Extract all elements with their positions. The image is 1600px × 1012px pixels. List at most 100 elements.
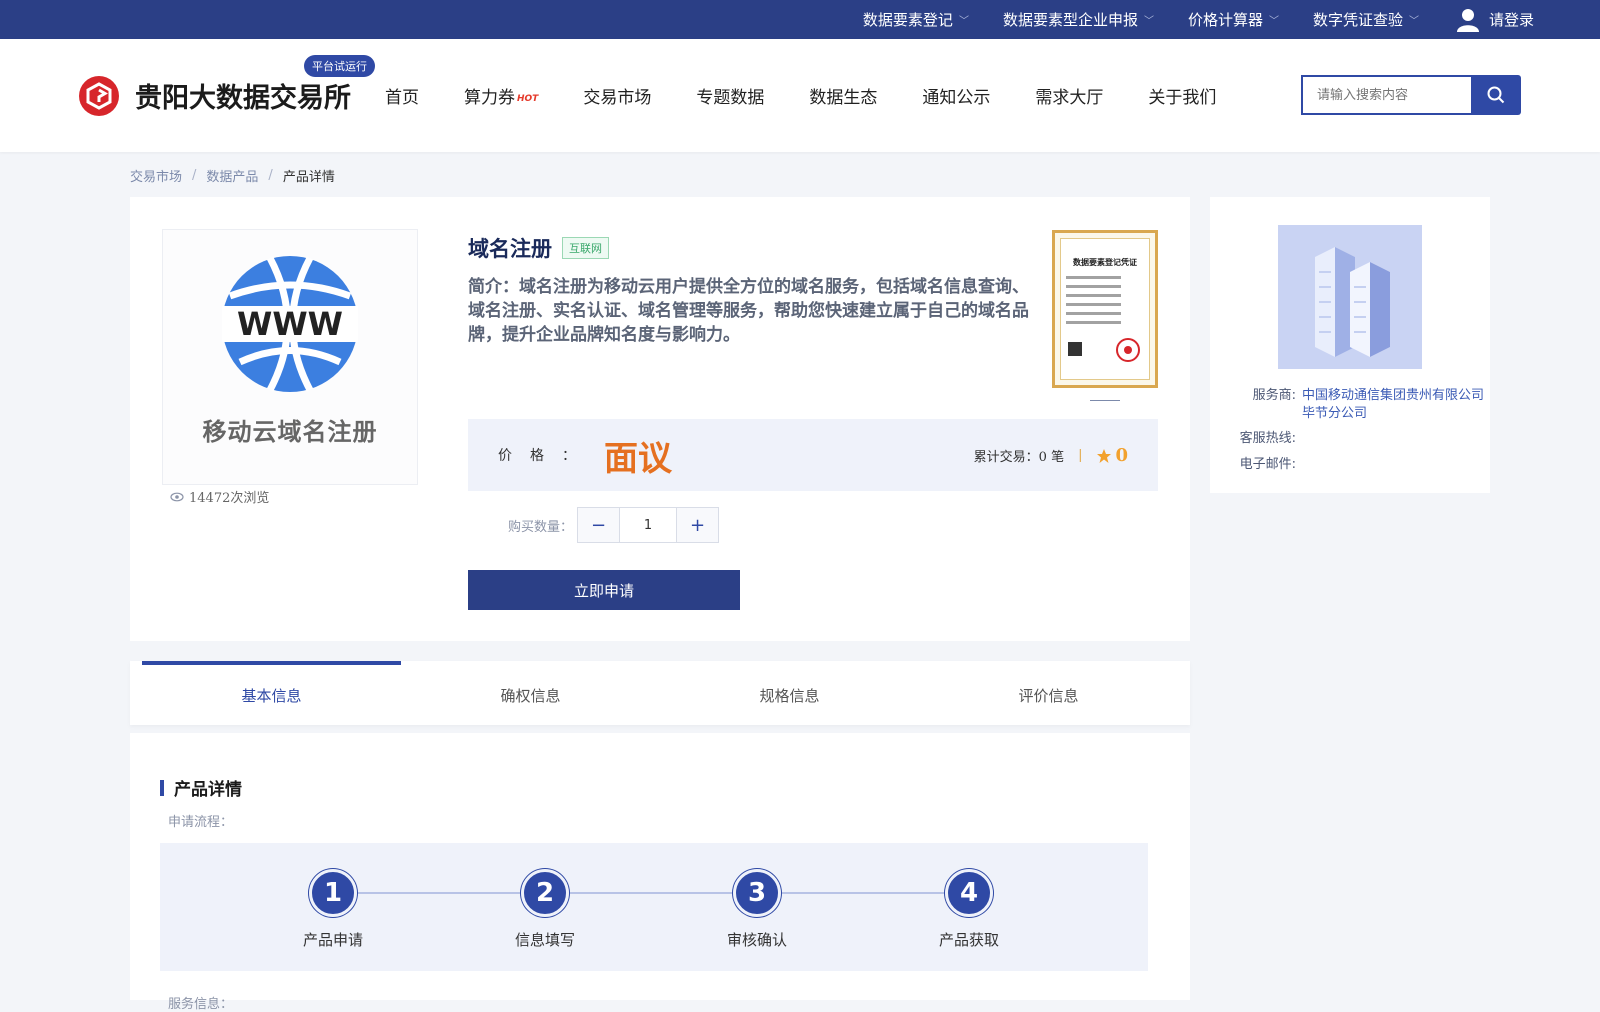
provider-hotline-row: 客服热线: [1230,430,1302,448]
flow-step: 1 产品申请 [273,869,393,950]
nav-item-notices[interactable]: 通知公示 [922,83,990,108]
provider-service-row: 服务商: 中国移动通信集团贵州有限公司毕节分公司 [1230,387,1488,423]
nav-item-demand-hall[interactable]: 需求大厅 [1035,83,1103,108]
trades-value: 0 笔 [1038,450,1065,465]
info-tabs: 基本信息 确权信息 规格信息 评价信息 [130,661,1190,725]
breadcrumb-data-products[interactable]: 数据产品 [206,166,258,185]
quantity-value[interactable]: 1 [619,508,678,542]
breadcrumb-separator: / [268,168,273,183]
site-header: 贵阳大数据交易所 平台试运行 首页 算力券 HOT 交易市场 专题数据 数据生态… [0,39,1600,152]
certificate-thumbnail[interactable]: 数据要素登记凭证 [1052,230,1158,388]
chevron-down-icon: ﹀ [1408,16,1419,27]
www-text: WWW [237,305,343,343]
nav-item-ecosystem[interactable]: 数据生态 [809,83,877,108]
email-label: 电子邮件: [1239,457,1296,472]
view-count: 14472次浏览 [170,487,269,506]
title-row: 域名注册 互联网 [468,233,609,263]
service-provider-value[interactable]: 中国移动通信集团贵州有限公司毕节分公司 [1302,387,1488,423]
chevron-down-icon: ﹀ [1143,16,1154,27]
certificate-lines [1066,276,1144,330]
trade-stats: 累计交易： 0 笔 | 0 [974,445,1128,466]
step-number: 2 [521,869,569,917]
user-icon [1456,8,1479,32]
search-icon [1487,86,1505,104]
section-title-bar [160,779,164,796]
step-label: 产品获取 [938,931,999,949]
view-count-text: 14472次浏览 [189,491,270,506]
price-value: 面议 [604,438,672,479]
star-icon [1097,448,1112,463]
chevron-down-icon: ﹀ [958,16,969,27]
login-link[interactable]: 请登录 [1456,8,1534,32]
topbar-item-data-registration[interactable]: 数据要素登记 ﹀ [863,9,969,30]
tab-basic-info[interactable]: 基本信息 [142,661,401,725]
provider-image [1278,225,1422,369]
provider-email-row: 电子邮件: [1230,456,1302,474]
nav-item-topic-data[interactable]: 专题数据 [696,83,764,108]
breadcrumb: 交易市场 / 数据产品 / 产品详情 [130,166,335,185]
flow-step: 2 信息填写 [485,869,605,950]
flow-label: 申请流程： [168,815,234,830]
decrement-button[interactable]: − [578,508,620,542]
breadcrumb-separator: / [192,168,197,183]
topbar-item-certificate-check[interactable]: 数字凭证查验 ﹀ [1313,9,1419,30]
trades-label: 累计交易： [973,450,1039,465]
topbar-item-label: 数据要素登记 [862,11,953,29]
nav-item-about[interactable]: 关于我们 [1148,83,1216,108]
globe-icon: WWW [222,256,358,392]
chevron-down-icon: ﹀ [1268,16,1279,27]
topbar-item-price-calculator[interactable]: 价格计算器 ﹀ [1188,9,1279,30]
breadcrumb-current: 产品详情 [282,170,335,185]
rating: 0 [1096,445,1128,466]
certificate-title: 数据要素登记凭证 [1073,258,1137,267]
topbar-item-enterprise-declaration[interactable]: 数据要素型企业申报 ﹀ [1003,9,1154,30]
service-info-label: 服务信息： [168,997,234,1012]
topbar-item-label: 数据要素型企业申报 [1002,11,1138,29]
section-title: 产品详情 [160,775,242,800]
step-number: 4 [945,869,993,917]
apply-button[interactable]: 立即申请 [468,570,740,610]
step-number: 1 [309,869,357,917]
tab-review-info[interactable]: 评价信息 [919,661,1178,725]
hotline-label: 客服热线: [1239,431,1296,446]
product-card: WWW 移动云域名注册 14472次浏览 域名注册 互联网 简介：域名注册为移动… [130,197,1190,641]
provider-card: 服务商: 中国移动通信集团贵州有限公司毕节分公司 客服热线: 电子邮件: [1210,197,1490,493]
stats-divider: | [1078,448,1083,463]
tab-spec-info[interactable]: 规格信息 [660,661,919,725]
step-label: 信息填写 [514,931,575,949]
step-label: 审核确认 [726,931,787,949]
top-bar: 数据要素登记 ﹀ 数据要素型企业申报 ﹀ 价格计算器 ﹀ 数字凭证查验 ﹀ 请登… [0,0,1600,39]
certificate-seal-icon [1068,338,1140,362]
image-caption: 移动云域名注册 [202,418,378,446]
detail-section: 产品详情 申请流程： 1 产品申请 2 信息填写 3 审核确认 4 产品获取 服… [130,733,1190,1012]
category-tag: 互联网 [562,237,609,259]
breadcrumb-market[interactable]: 交易市场 [130,166,182,185]
logo-icon[interactable] [79,75,119,116]
hot-badge: HOT [517,93,539,104]
product-image: WWW 移动云域名注册 [162,229,418,485]
nav-item-market[interactable]: 交易市场 [583,83,651,108]
nav-item-compute-voucher[interactable]: 算力券 HOT [464,83,538,108]
search-button[interactable] [1471,75,1521,115]
nav-item-home[interactable]: 首页 [385,83,419,108]
price-box: 价格： 面议 累计交易： 0 笔 | 0 [468,419,1158,491]
flow-step: 4 产品获取 [909,869,1029,950]
eye-icon [170,492,184,501]
product-description: 简介：域名注册为移动云用户提供全方位的域名服务，包括域名信息查询、域名注册、实名… [468,277,1029,345]
product-title: 域名注册 [468,237,552,261]
step-label: 产品申请 [302,931,363,949]
flow-connector-line [334,892,974,894]
step-number: 3 [733,869,781,917]
search-input[interactable] [1301,75,1471,115]
building-icon [1315,247,1390,357]
quantity-label: 购买数量： [508,519,574,535]
service-provider-label: 服务商: [1252,388,1296,403]
topbar-item-label: 价格计算器 [1187,11,1263,29]
brand-name[interactable]: 贵阳大数据交易所 [135,76,351,115]
price-label: 价格： [498,448,594,464]
section-title-text: 产品详情 [174,780,242,800]
application-flow: 1 产品申请 2 信息填写 3 审核确认 4 产品获取 [160,843,1148,971]
search-box [1301,75,1521,115]
increment-button[interactable]: + [677,508,719,542]
tab-rights-info[interactable]: 确权信息 [401,661,660,725]
